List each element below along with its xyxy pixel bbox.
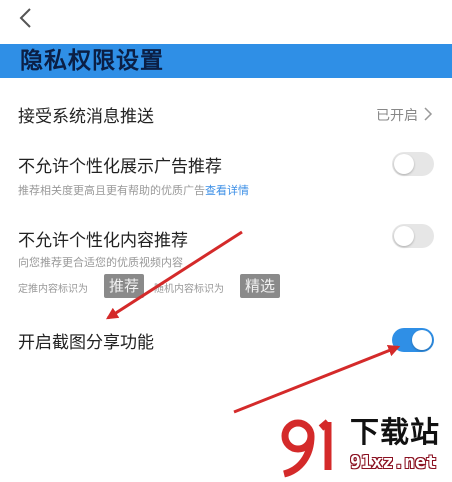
watermark-text: 下载站 xyxy=(350,415,441,449)
setting-row-screenshot-share: 开启截图分享功能 xyxy=(0,324,452,356)
top-bar xyxy=(0,0,452,36)
title-band: 隐私权限设置 xyxy=(0,44,452,78)
toggle-knob xyxy=(412,330,432,350)
page-title: 隐私权限设置 xyxy=(20,48,164,74)
setting-row-system-push[interactable]: 接受系统消息推送 已开启 xyxy=(0,96,452,132)
back-button[interactable] xyxy=(12,4,40,32)
personalized-content-toggle[interactable] xyxy=(392,224,434,248)
status-text: 已开启 xyxy=(376,108,418,124)
setting-row-personalized-ads: 不允许个性化展示广告推荐 推荐相关度更高且更有帮助的优质广告查看详情 xyxy=(0,148,452,200)
chevron-right-icon xyxy=(422,106,434,122)
watermark-url: 91xz.net xyxy=(350,452,437,473)
setting-row-personalized-content: 不允许个性化内容推荐 向您推荐更合适您的优质视频内容 定推内容标识为 推荐 随机… xyxy=(0,222,452,302)
setting-description: 推荐相关度更高且更有帮助的优质广告查看详情 xyxy=(18,182,249,198)
setting-label: 不允许个性化内容推荐 xyxy=(18,231,188,251)
screenshot-share-toggle[interactable] xyxy=(392,328,434,352)
toggle-knob xyxy=(394,226,414,246)
personalized-ads-toggle[interactable] xyxy=(392,152,434,176)
setting-label: 接受系统消息推送 xyxy=(18,107,154,127)
back-chevron-icon xyxy=(19,8,31,28)
setting-label: 不允许个性化展示广告推荐 xyxy=(18,157,222,177)
setting-label: 开启截图分享功能 xyxy=(18,333,154,353)
tag-prefix-2: 随机内容标识为 xyxy=(154,284,224,295)
tag-prefix-1: 定推内容标识为 xyxy=(18,284,88,295)
91-logo xyxy=(281,419,332,478)
setting-description: 向您推荐更合适您的优质视频内容 xyxy=(18,256,183,269)
annotation-arrow-2 xyxy=(233,344,401,414)
description-text: 推荐相关度更高且更有帮助的优质广告 xyxy=(18,184,205,197)
privacy-settings-screen: 隐私权限设置 接受系统消息推送 已开启 不允许个性化展示广告推荐 推荐相关度更高… xyxy=(0,0,452,482)
watermark: 下载站 91xz.net xyxy=(276,414,452,480)
toggle-knob xyxy=(394,154,414,174)
view-details-link[interactable]: 查看详情 xyxy=(205,184,249,197)
tag-featured: 精选 xyxy=(240,274,281,298)
tag-recommend: 推荐 xyxy=(104,274,145,298)
